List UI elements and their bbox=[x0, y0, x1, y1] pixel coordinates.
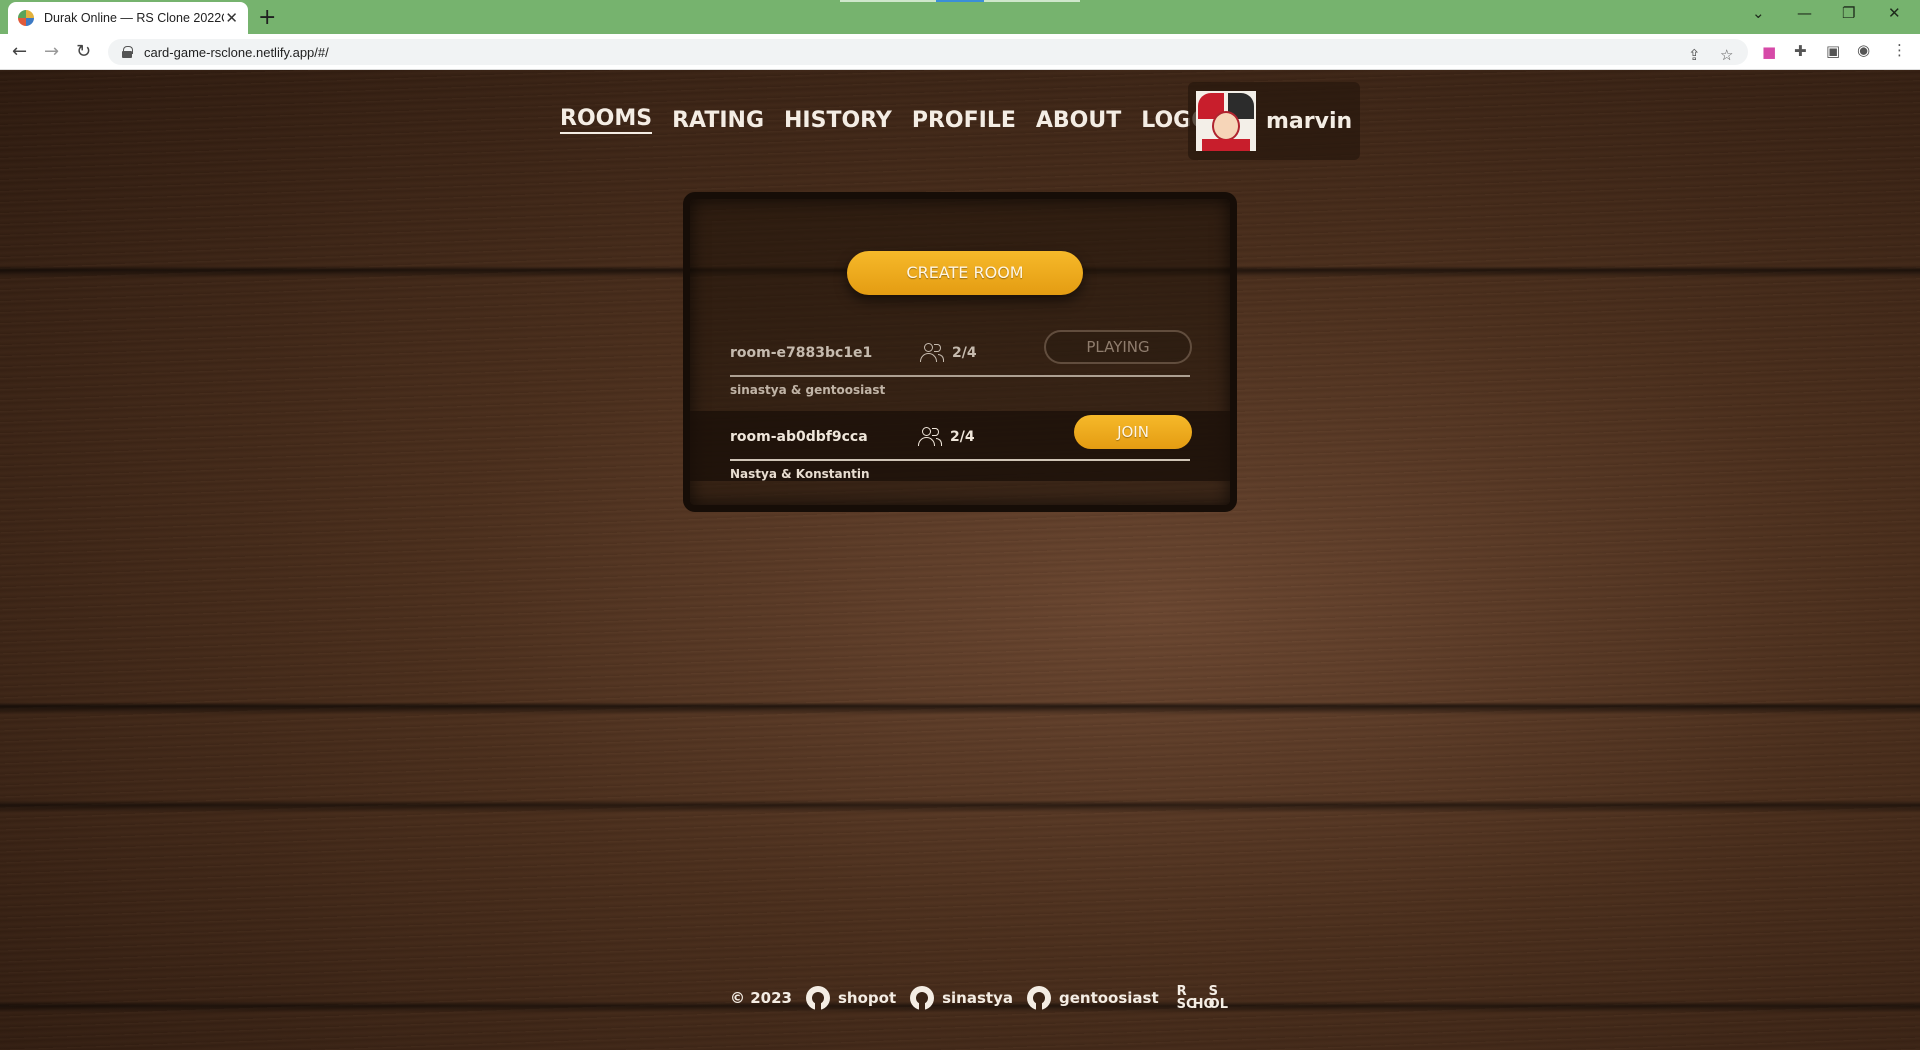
tab-strip-indicator bbox=[840, 0, 1080, 2]
new-tab-button[interactable]: + bbox=[258, 5, 276, 30]
github-link-sinastya[interactable]: sinastya bbox=[910, 986, 1013, 1010]
github-icon bbox=[805, 986, 830, 1010]
player-count-text: 2/4 bbox=[950, 429, 975, 445]
playing-status-button: PLAYING bbox=[1044, 330, 1192, 364]
github-icon bbox=[910, 986, 935, 1010]
forward-icon[interactable]: → bbox=[44, 41, 59, 62]
player-count-text: 2/4 bbox=[952, 345, 977, 361]
nav-history[interactable]: HISTORY bbox=[784, 108, 892, 133]
page-background: ROOMS RATING HISTORY PROFILE ABOUT LOGOU… bbox=[0, 70, 1920, 1050]
favicon-icon bbox=[18, 10, 34, 26]
jester-avatar-icon bbox=[1196, 91, 1256, 151]
close-window-icon[interactable]: ✕ bbox=[1888, 4, 1901, 22]
room-item: room-e7883bc1e1 2/4 PLAYING sinastya & g… bbox=[730, 327, 1240, 397]
side-panel-icon[interactable]: ▣ bbox=[1826, 42, 1840, 60]
room-players: Nastya & Konstantin bbox=[730, 467, 870, 481]
url-text[interactable]: card-game-rsclone.netlify.app/#/ bbox=[144, 45, 329, 60]
room-name: room-e7883bc1e1 bbox=[730, 345, 873, 361]
room-player-count: 2/4 bbox=[920, 343, 977, 363]
main-nav: ROOMS RATING HISTORY PROFILE ABOUT LOGOU… bbox=[560, 106, 1243, 134]
tab-title: Durak Online — RS Clone 2022Q3 bbox=[44, 11, 224, 25]
github-link-gentoosiast[interactable]: gentoosiast bbox=[1026, 986, 1159, 1010]
profile-icon[interactable]: ◉ bbox=[1857, 41, 1870, 59]
users-icon bbox=[920, 343, 944, 363]
room-players: sinastya & gentoosiast bbox=[730, 383, 886, 397]
nav-profile[interactable]: PROFILE bbox=[912, 108, 1016, 133]
nav-rooms[interactable]: ROOMS bbox=[560, 106, 653, 134]
menu-kebab-icon[interactable]: ⋮ bbox=[1892, 41, 1907, 59]
footer: © 2023 shopot sinastya gentoosiast R S S… bbox=[730, 985, 1228, 1011]
extensions-puzzle-icon[interactable]: ✚ bbox=[1794, 42, 1807, 60]
rooms-panel: CREATE ROOM room-e7883bc1e1 2/4 PLAYING … bbox=[683, 192, 1237, 512]
browser-tab-bar: Durak Online — RS Clone 2022Q3 ✕ + ⌄ — ❐… bbox=[0, 0, 1920, 34]
users-icon bbox=[918, 427, 942, 447]
room-divider bbox=[730, 459, 1190, 461]
room-name: room-ab0dbf9cca bbox=[730, 429, 868, 445]
address-bar[interactable]: card-game-rsclone.netlify.app/#/ ⇪ ☆ bbox=[108, 39, 1748, 65]
room-player-count: 2/4 bbox=[918, 427, 975, 447]
close-tab-icon[interactable]: ✕ bbox=[225, 9, 238, 27]
extension-color-icon[interactable]: ■ bbox=[1762, 43, 1776, 61]
browser-tab[interactable]: Durak Online — RS Clone 2022Q3 ✕ bbox=[8, 2, 248, 34]
create-room-button[interactable]: CREATE ROOM bbox=[847, 251, 1083, 295]
back-icon[interactable]: ← bbox=[12, 41, 27, 62]
nav-about[interactable]: ABOUT bbox=[1036, 108, 1121, 133]
lock-icon[interactable] bbox=[122, 46, 133, 58]
minimize-icon[interactable]: — bbox=[1797, 4, 1812, 22]
join-room-button[interactable]: JOIN bbox=[1074, 415, 1192, 449]
user-profile-chip[interactable]: marvin bbox=[1188, 82, 1360, 160]
restore-icon[interactable]: ❐ bbox=[1842, 4, 1855, 22]
github-link-shopot[interactable]: shopot bbox=[805, 986, 896, 1010]
share-icon[interactable]: ⇪ bbox=[1688, 46, 1701, 64]
rs-school-logo[interactable]: R S SC HO OL bbox=[1177, 985, 1228, 1011]
username: marvin bbox=[1266, 108, 1353, 134]
copyright: © 2023 bbox=[730, 989, 792, 1007]
nav-rating[interactable]: RATING bbox=[672, 108, 764, 133]
room-divider bbox=[730, 375, 1190, 377]
bookmark-star-icon[interactable]: ☆ bbox=[1720, 46, 1733, 64]
browser-toolbar: ← → ↻ card-game-rsclone.netlify.app/#/ ⇪… bbox=[0, 34, 1920, 70]
github-icon bbox=[1026, 986, 1051, 1010]
room-item: room-ab0dbf9cca 2/4 JOIN Nastya & Konsta… bbox=[690, 411, 1230, 481]
tab-search-icon[interactable]: ⌄ bbox=[1752, 4, 1765, 22]
reload-icon[interactable]: ↻ bbox=[76, 41, 91, 62]
